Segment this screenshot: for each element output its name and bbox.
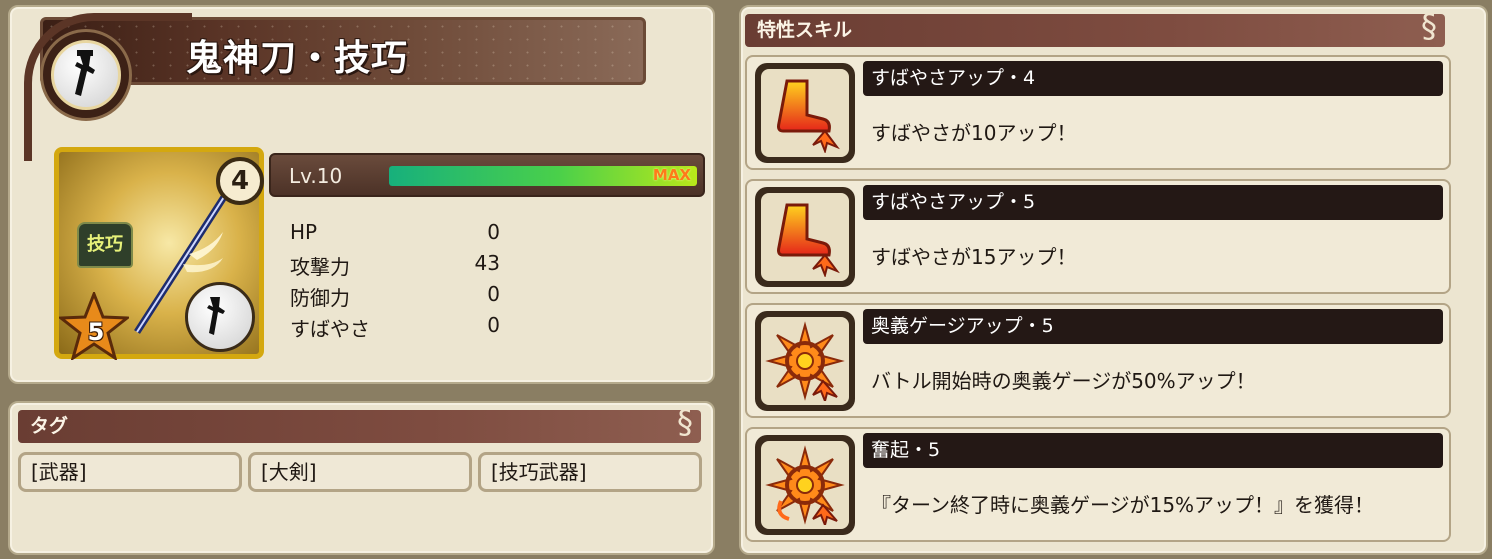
skill-title: すばやさアップ・4: [863, 61, 1443, 96]
level-label: Lv.10: [289, 164, 343, 188]
stat-value: 43: [474, 251, 500, 275]
stat-row-hp: HP 0: [290, 217, 500, 248]
stat-label: すばやさ: [290, 317, 370, 341]
sword-icon: [75, 50, 95, 96]
tags-header-label: タグ: [30, 415, 69, 437]
card-number-badge: 4: [216, 157, 264, 205]
sword-icon: [207, 297, 225, 335]
tag-item[interactable]: [大剣]: [248, 452, 472, 492]
skill-desc: すばやさが10アップ！: [871, 121, 1077, 145]
stats-list: HP 0 攻撃力 43 防御力 0 すばやさ 0: [290, 217, 500, 341]
skills-header-label: 特性スキル: [757, 19, 853, 41]
weapon-card[interactable]: 4 技巧 5: [54, 147, 264, 360]
stat-label: HP: [290, 220, 318, 244]
stat-value: 0: [487, 220, 500, 244]
ornament-icon: §: [677, 403, 693, 441]
skill-desc: バトル開始時の奥義ゲージが50%アップ！: [871, 369, 1256, 393]
skill-desc: すばやさが15アップ！: [871, 245, 1077, 269]
level-gauge-fill: [389, 166, 697, 186]
skill-item[interactable]: 奥義ゲージアップ・5 バトル開始時の奥義ゲージが50%アップ！: [745, 303, 1451, 418]
stat-label: 防御力: [290, 286, 350, 310]
burst-icon: [765, 445, 845, 525]
tags-header: タグ §: [18, 406, 701, 443]
level-bar: Lv.10 MAX: [269, 153, 705, 197]
weapon-type-emblem: [40, 29, 132, 121]
boot-icon: [777, 203, 840, 277]
skills-panel: 特性スキル § すばやさアップ・4 すばやさが10アップ！ すばやさアップ・5 …: [739, 5, 1488, 555]
stat-label: 攻撃力: [290, 255, 350, 279]
card-type-badge: [185, 282, 255, 352]
level-gauge: MAX: [389, 166, 697, 186]
skill-icon-frame: [755, 435, 855, 535]
skill-item[interactable]: すばやさアップ・4 すばやさが10アップ！: [745, 55, 1451, 170]
skill-title: 奥義ゲージアップ・5: [863, 309, 1443, 344]
gauge-max-label: MAX: [652, 166, 691, 184]
skill-icon-frame: [755, 187, 855, 287]
stat-row-defense: 防御力 0: [290, 279, 500, 310]
skill-icon-frame: [755, 311, 855, 411]
skill-desc: 『ターン終了時に奥義ゲージが15%アップ！』を獲得！: [871, 493, 1375, 517]
card-skill-tag: 技巧: [77, 222, 133, 268]
ornament-icon: §: [1421, 7, 1437, 45]
stat-row-speed: すばやさ 0: [290, 310, 500, 341]
stat-row-attack: 攻撃力 43: [290, 248, 500, 279]
burst-icon: [765, 321, 845, 401]
tag-item[interactable]: [武器]: [18, 452, 242, 492]
skill-item[interactable]: 奮起・5 『ターン終了時に奥義ゲージが15%アップ！』を獲得！: [745, 427, 1451, 542]
skill-title: すばやさアップ・5: [863, 185, 1443, 220]
stat-value: 0: [487, 282, 500, 306]
weapon-panel: 鬼神刀・技巧 4 技巧 5 Lv.10 MAX HP 0 攻撃力 43 防御力 …: [8, 5, 715, 384]
tag-item[interactable]: [技巧武器]: [478, 452, 702, 492]
weapon-name: 鬼神刀・技巧: [186, 38, 409, 79]
skill-icon-frame: [755, 63, 855, 163]
stat-value: 0: [487, 313, 500, 337]
boot-icon: [777, 79, 840, 153]
skill-item[interactable]: すばやさアップ・5 すばやさが15アップ！: [745, 179, 1451, 294]
tags-panel: タグ § [武器] [大剣] [技巧武器]: [8, 401, 715, 555]
card-rarity: 5: [87, 318, 105, 346]
skills-header: 特性スキル §: [745, 10, 1445, 47]
skill-title: 奮起・5: [863, 433, 1443, 468]
